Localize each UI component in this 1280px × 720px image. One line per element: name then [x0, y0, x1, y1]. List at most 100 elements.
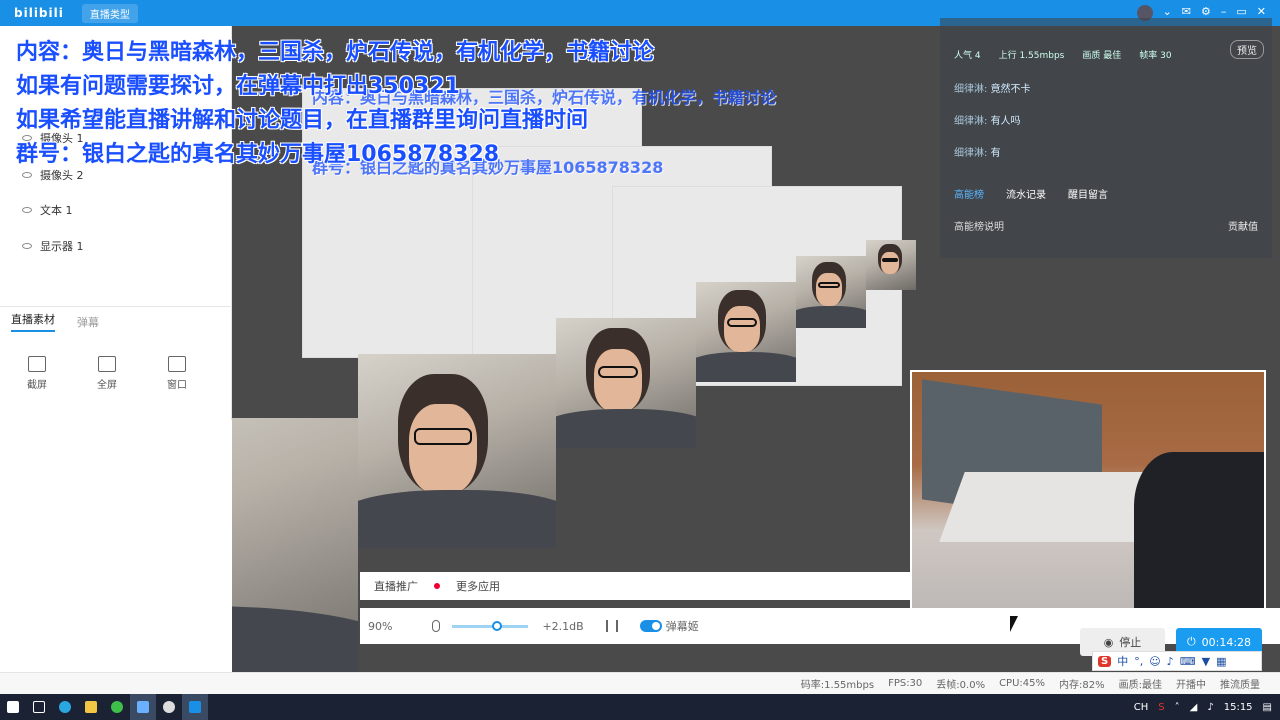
ime-toolbar[interactable]: S 中 °, ☺ ♪ ⌨ ▼ ▦: [1092, 651, 1262, 671]
tool-label: 截屏: [27, 380, 47, 391]
microphone-icon[interactable]: ♪: [1167, 655, 1174, 668]
status-bar: 码率:1.55mbps FPS:30 丢帧:0.0% CPU:45% 内存:82…: [0, 672, 1280, 694]
shirt-icon[interactable]: ▼: [1202, 655, 1210, 668]
source-item[interactable]: 显示器 1: [22, 238, 84, 254]
tab-material[interactable]: 直播素材: [11, 311, 55, 332]
more-apps-link[interactable]: 更多应用: [456, 578, 500, 594]
danmu-message: 细律淋: 竟然不卡: [954, 80, 1031, 95]
stat: 画质 最佳: [1082, 51, 1122, 61]
cpu-usage: CPU:45%: [999, 678, 1046, 689]
source-item[interactable]: 摄像头 1: [22, 130, 84, 146]
keyboard-icon[interactable]: ⌨: [1180, 655, 1196, 668]
camera-feed: [696, 282, 796, 382]
danmu-text: 有人吗: [990, 116, 1021, 127]
danmu-toggle[interactable]: [639, 620, 662, 632]
volume-slider[interactable]: [452, 620, 529, 631]
app-icon[interactable]: [130, 694, 156, 720]
contribution-label: 贡献值: [1228, 222, 1258, 233]
danmu-message: 细律淋: 有: [954, 144, 1001, 159]
fullscreen-button[interactable]: 全屏: [92, 356, 122, 391]
danmu-panel: 人气 4 上行 1.55mbps 画质 最佳 帧率 30 预览 细律淋: 竟然不…: [940, 18, 1272, 258]
notification-icon[interactable]: ▤: [1263, 702, 1272, 713]
stat: 帧率 30: [1139, 51, 1172, 61]
file-explorer-icon[interactable]: [78, 694, 104, 720]
push-quality[interactable]: 推流质量: [1220, 676, 1260, 691]
back-button[interactable]: 直播类型: [81, 3, 138, 23]
ranking-info[interactable]: 高能榜说明: [954, 218, 1004, 233]
source-label: 显示器 1: [40, 240, 84, 253]
monitor-icon: [98, 356, 116, 372]
source-item[interactable]: 摄像头 2: [22, 167, 84, 183]
language-indicator[interactable]: CH: [1134, 702, 1149, 713]
memory-usage: 内存:82%: [1059, 680, 1105, 691]
promo-link[interactable]: 直播推广: [374, 578, 418, 594]
task-view-icon[interactable]: [26, 694, 52, 720]
camera-feed: [556, 318, 696, 448]
source-label: 文本 1: [40, 204, 73, 217]
sogou-icon: S: [1098, 655, 1112, 667]
source-label: 摄像头 1: [40, 132, 84, 145]
stat: 人气 4: [954, 51, 981, 61]
tab-superchat[interactable]: 醒目留言: [1068, 186, 1108, 201]
bilibili-live-icon[interactable]: [182, 694, 208, 720]
equalizer-icon[interactable]: [605, 620, 618, 632]
tab-records[interactable]: 流水记录: [1006, 186, 1046, 201]
crop-icon: [28, 356, 46, 372]
clock[interactable]: 15:15: [1224, 702, 1253, 713]
bitrate: 码率:1.55mbps: [800, 680, 875, 691]
window-button[interactable]: 窗口: [162, 356, 192, 391]
danmu-user: 细律淋:: [954, 84, 988, 95]
quality: 画质:最佳: [1118, 680, 1162, 691]
camera-feed: [796, 256, 866, 328]
danmu-text: 竟然不卡: [990, 84, 1031, 95]
windows-start-icon[interactable]: [0, 694, 26, 720]
danmu-text: 有: [990, 148, 1001, 159]
tab-danmu[interactable]: 弹幕: [77, 314, 99, 330]
source-item[interactable]: 文本 1: [22, 202, 73, 218]
desk-camera-feed: [910, 370, 1266, 638]
sogou-tray-icon[interactable]: S: [1158, 702, 1164, 713]
taskbar: CH S ˄ ◢ ♪ 15:15 ▤: [0, 694, 1280, 720]
edge-icon[interactable]: [52, 694, 78, 720]
danmu-message: 细律淋: 有人吗: [954, 112, 1021, 127]
eye-icon[interactable]: [22, 135, 32, 141]
tool-label: 窗口: [167, 380, 187, 391]
eye-icon[interactable]: [22, 243, 32, 249]
camera-feed: [232, 418, 358, 672]
volume-percent: 90%: [368, 619, 393, 633]
fps: FPS:30: [888, 678, 923, 689]
danmu-user: 细律淋:: [954, 116, 988, 127]
danmu-machine-label: 弹幕姬: [665, 620, 699, 633]
browser-icon[interactable]: [156, 694, 182, 720]
mouse-cursor: [1010, 616, 1018, 632]
notification-dot: [434, 583, 440, 589]
network-icon[interactable]: ◢: [1190, 702, 1198, 713]
chevron-up-icon[interactable]: ˄: [1175, 702, 1180, 713]
stop-label: 停止: [1119, 636, 1142, 649]
volume-icon[interactable]: ♪: [1207, 702, 1213, 713]
camera-feed: [358, 354, 556, 548]
gain-value: +2.1dB: [542, 619, 584, 633]
wechat-icon[interactable]: [104, 694, 130, 720]
emoji-icon[interactable]: ☺: [1149, 655, 1160, 668]
screenshot-button[interactable]: 截屏: [22, 356, 52, 391]
microphone-icon[interactable]: [432, 620, 441, 632]
bilibili-logo: bilibili: [14, 6, 64, 20]
eye-icon[interactable]: [22, 172, 32, 178]
capture-tools: 截屏 全屏 窗口: [22, 356, 192, 391]
window-icon: [168, 356, 186, 372]
ime-mode[interactable]: 中: [1117, 653, 1128, 669]
tool-label: 全屏: [97, 380, 117, 391]
drop-rate: 丢帧:0.0%: [936, 680, 986, 691]
material-tabs: 直播素材 弹幕: [0, 306, 232, 336]
eye-icon[interactable]: [22, 207, 32, 213]
tab-ranking[interactable]: 高能榜: [954, 186, 984, 201]
system-tray: CH S ˄ ◢ ♪ 15:15 ▤: [1134, 694, 1272, 720]
source-label: 摄像头 2: [40, 169, 84, 182]
stat: 上行 1.55mbps: [998, 51, 1065, 61]
sidebar: 摄像头 1 摄像头 2 文本 1 显示器 1 直播素材 弹幕 截屏 全屏 窗口: [0, 26, 232, 420]
danmu-user: 细律淋:: [954, 148, 988, 159]
punctuation-icon[interactable]: °,: [1134, 655, 1143, 668]
grid-icon[interactable]: ▦: [1216, 655, 1226, 668]
preview-toggle[interactable]: 预览: [1230, 40, 1264, 59]
